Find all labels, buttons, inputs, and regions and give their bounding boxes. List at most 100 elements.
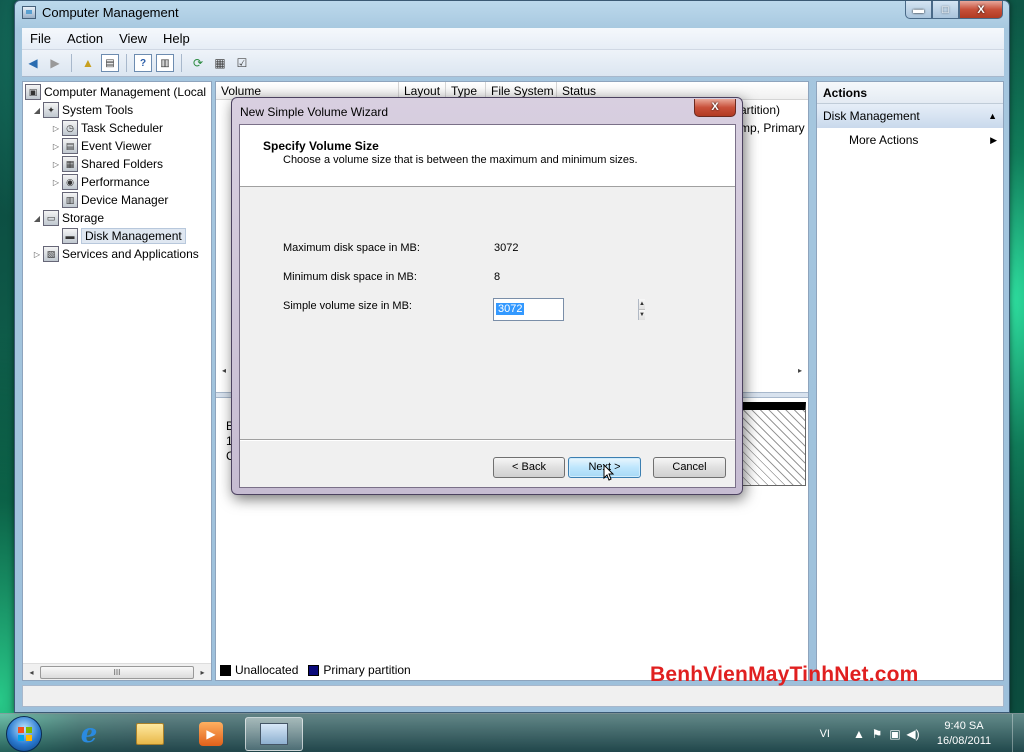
scroll-right-icon[interactable]: ▸	[194, 668, 211, 677]
scroll-thumb[interactable]: III	[40, 665, 194, 679]
language-indicator[interactable]: VI	[820, 728, 830, 740]
expand-arrow-icon[interactable]: ▷	[31, 250, 43, 259]
tree-item-label: Shared Folders	[81, 157, 164, 171]
tree-item-label: Computer Management (Local	[44, 85, 207, 99]
forward-arrow-icon[interactable]: ▶	[46, 54, 64, 72]
expand-arrow-icon[interactable]: ▷	[50, 178, 62, 187]
up-folder-icon[interactable]: ▲	[79, 54, 97, 72]
max-size-value: 3072	[494, 242, 519, 254]
unallocated-swatch	[220, 664, 231, 676]
volume-size-input[interactable]: 3072	[496, 303, 525, 315]
tree-item-label: Device Manager	[81, 193, 169, 207]
properties-icon[interactable]: ▦	[211, 54, 229, 72]
toolbar: ◀ ▶ ▲ ▤ ? ▥ ⟳ ▦ ☑	[22, 50, 1004, 77]
tree-item-performance[interactable]: ▷ ◉ Performance	[50, 173, 150, 191]
back-arrow-icon[interactable]: ◀	[24, 54, 42, 72]
tree-item-event-viewer[interactable]: ▷ ▤ Event Viewer	[50, 137, 151, 155]
legend-primary-partition: Primary partition	[323, 663, 411, 677]
expand-arrow-icon[interactable]: ◢	[31, 214, 43, 223]
more-actions-item[interactable]: More Actions ▶	[817, 128, 1003, 152]
back-button[interactable]: < Back	[493, 457, 565, 478]
max-size-label: Maximum disk space in MB:	[283, 242, 420, 254]
menu-view[interactable]: View	[111, 31, 155, 46]
submenu-arrow-icon: ▶	[990, 135, 997, 145]
show-hidden-icons-icon[interactable]: ▲	[850, 727, 868, 741]
wizard-heading: Specify Volume Size	[263, 139, 379, 153]
tree-item-computer-management-local[interactable]: ▣ Computer Management (Local	[25, 83, 206, 101]
tree-item-label: System Tools	[62, 103, 134, 117]
clock-time: 9:40 SA	[944, 719, 984, 732]
watermark-text: BenhVienMayTinhNet.com	[650, 663, 919, 686]
navigation-tree: ▣ Computer Management (Local ◢ ✦ System Tool…	[22, 81, 212, 681]
performance-icon: ◉	[62, 174, 78, 190]
shared-folder-icon: ▦	[62, 156, 78, 172]
more-actions-label: More Actions	[849, 133, 919, 147]
disk-icon: ▬	[62, 228, 78, 244]
start-button[interactable]	[6, 716, 42, 752]
title-bar[interactable]: Computer Management ▬ □ X	[15, 1, 1009, 25]
menu-help[interactable]: Help	[155, 31, 198, 46]
mouse-cursor-icon	[603, 464, 615, 481]
tree-horizontal-scrollbar[interactable]: ◂ III ▸	[23, 663, 211, 680]
table-row[interactable]: artition)	[740, 103, 780, 117]
help-icon[interactable]: ?	[134, 54, 152, 72]
tree-item-task-scheduler[interactable]: ▷ ◷ Task Scheduler	[50, 119, 163, 137]
menu-file[interactable]: File	[22, 31, 59, 46]
expand-arrow-icon[interactable]: ◢	[31, 106, 43, 115]
wizard-body: Specify Volume Size Choose a volume size…	[239, 124, 736, 488]
stepper-up-icon[interactable]: ▲	[639, 299, 645, 309]
device-manager-icon: ▥	[62, 192, 78, 208]
tree-item-label: Performance	[81, 175, 150, 189]
checklist-icon[interactable]: ☑	[233, 54, 251, 72]
computer-icon: ▣	[25, 84, 41, 100]
wizard-description: Choose a volume size that is between the…	[283, 154, 638, 166]
show-hide-tree-icon[interactable]: ▤	[101, 54, 119, 72]
minimize-button[interactable]: ▬	[905, 1, 932, 19]
wizard-divider	[240, 439, 735, 441]
network-icon[interactable]: ▣	[886, 727, 904, 741]
scroll-left-icon[interactable]: ◂	[222, 366, 226, 375]
tree-item-system-tools[interactable]: ◢ ✦ System Tools	[31, 101, 133, 119]
min-size-value: 8	[494, 271, 501, 283]
volume-size-stepper[interactable]: 3072 ▲ ▼	[493, 298, 645, 321]
storage-icon: ▭	[43, 210, 59, 226]
tree-item-device-manager[interactable]: ▥ Device Manager	[50, 191, 168, 209]
window-title: Computer Management	[42, 5, 179, 20]
refresh-icon[interactable]: ⟳	[189, 54, 207, 72]
action-center-flag-icon[interactable]: ⚑	[868, 727, 886, 741]
menu-action[interactable]: Action	[59, 31, 111, 46]
scroll-left-icon[interactable]: ◂	[23, 668, 40, 677]
tree-item-services-and-applications[interactable]: ▷ ▧ Services and Applications	[31, 245, 199, 263]
new-simple-volume-wizard: New Simple Volume Wizard X Specify Volum…	[231, 97, 743, 495]
tree-item-label: Services and Applications	[62, 247, 199, 261]
collapse-icon[interactable]: ▲	[988, 104, 997, 128]
taskbar-windows-explorer[interactable]	[121, 717, 179, 751]
cancel-button[interactable]: Cancel	[653, 457, 726, 478]
actions-pane: Actions Disk Management ▲ More Actions ▶	[816, 81, 1004, 681]
maximize-button[interactable]: □	[932, 1, 959, 19]
close-button[interactable]: X	[959, 1, 1003, 19]
taskbar-computer-management[interactable]	[245, 717, 303, 751]
volume-icon[interactable]: ◀)	[904, 727, 922, 741]
unallocated-region[interactable]	[742, 402, 806, 486]
taskbar-internet-explorer[interactable]: e	[60, 717, 118, 751]
expand-arrow-icon[interactable]: ▷	[50, 142, 62, 151]
taskbar-media-player[interactable]: ▶	[182, 717, 240, 751]
show-hide-action-pane-icon[interactable]: ▥	[156, 54, 174, 72]
expand-arrow-icon[interactable]: ▷	[50, 124, 62, 133]
actions-section-disk-management[interactable]: Disk Management ▲	[817, 104, 1003, 128]
stepper-down-icon[interactable]: ▼	[639, 309, 645, 320]
clock[interactable]: 9:40 SA 16/08/2011	[922, 719, 1006, 749]
show-desktop-button[interactable]	[1012, 714, 1024, 752]
wizard-close-button[interactable]: X	[694, 99, 736, 117]
tree-item-disk-management[interactable]: ▬ Disk Management	[50, 227, 186, 245]
expand-arrow-icon[interactable]: ▷	[50, 160, 62, 169]
table-row[interactable]: mp, Primary	[740, 121, 805, 135]
scroll-right-icon[interactable]: ▸	[798, 366, 802, 375]
actions-title: Actions	[817, 82, 1003, 104]
tree-item-storage[interactable]: ◢ ▭ Storage	[31, 209, 104, 227]
computer-management-icon	[22, 6, 36, 19]
tree-item-shared-folders[interactable]: ▷ ▦ Shared Folders	[50, 155, 163, 173]
internet-explorer-icon: e	[80, 719, 98, 749]
toolbar-separator	[126, 54, 127, 72]
